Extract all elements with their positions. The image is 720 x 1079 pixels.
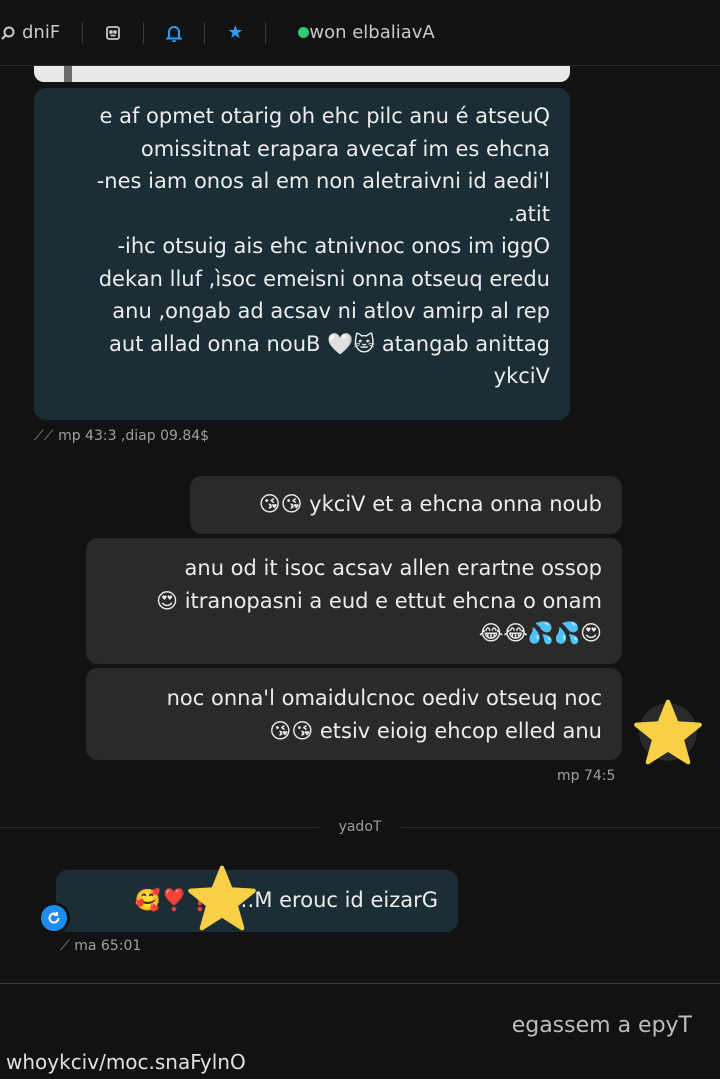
header-divider [82, 21, 84, 44]
divider-line [401, 826, 720, 828]
date-divider-label: Today [338, 819, 382, 835]
message-timestamp: 10:56 am [74, 938, 142, 954]
message-bubble-incoming: Questa é una clip che ho girato tempo fa… [34, 88, 570, 420]
divider-line [0, 826, 319, 828]
composer-divider [0, 983, 720, 984]
header-divider [143, 21, 145, 44]
message-text: buon anno anche a te Vicky 😘😘 [258, 492, 602, 516]
message-line: anche se mi faceva arapare tantissimo [140, 136, 550, 161]
resend-icon[interactable] [38, 902, 70, 934]
availability-status: Available now [288, 22, 435, 43]
header-divider [265, 21, 267, 44]
message-line: tita. [508, 201, 550, 226]
search-icon [1, 26, 15, 40]
star-icon[interactable]: ★ [227, 22, 243, 43]
message-line: Questa é una clip che ho girato tempo fa… [99, 104, 551, 128]
message-timestamp: 5:47 pm [557, 768, 616, 784]
message-meta: ⟋⟋ $48.90 paid, 3:34 pm [34, 428, 209, 444]
watermark: OnlyFans.com/vickyohw [6, 1050, 246, 1074]
message-line: Vicky [493, 364, 550, 388]
header-divider [204, 21, 206, 44]
star-sticker-icon [188, 865, 256, 931]
bell-icon[interactable] [166, 24, 183, 42]
message-line: udere questo anno insieme così, full nak… [98, 266, 550, 291]
message-bubble-outgoing: posso entrare nella vasca cosi ti do una… [86, 538, 622, 664]
message-line: gattina bagnata 🐱🤍 Buon anno dalla tua [109, 331, 550, 356]
star-sticker-icon [634, 699, 702, 765]
chat-header: Available now ★ Find [0, 0, 720, 66]
message-line: una delle poche gioie viste 😘😘 [269, 718, 602, 743]
message-line: per la prima volta in vasca da bagno, un… [112, 299, 550, 323]
check-icon: ⟋ [60, 938, 70, 954]
message-line: posso entrare nella vasca cosi ti do una [184, 556, 602, 580]
media-preview[interactable] [34, 66, 570, 82]
chat-screen: Available now ★ Find Questa é una clip c… [0, 0, 720, 1079]
message-bubble-outgoing: con questo video concludiamo l'anno con … [86, 668, 622, 760]
message-line: Oggi mi sono convinta che sia giusto chi… [117, 234, 550, 258]
status-label: Available now [309, 22, 435, 43]
message-meta: ⟋ 10:56 am [60, 938, 141, 954]
message-line: con questo video concludiamo l'anno con [166, 686, 602, 710]
message-line: 😍💦💦😂😂 [478, 621, 602, 645]
message-bubble-outgoing: buon anno anche a te Vicky 😘😘 [190, 476, 622, 534]
find-button[interactable]: Find [0, 22, 60, 43]
double-check-icon: ⟋⟋ [34, 428, 54, 444]
paid-timestamp: $48.90 paid, 3:34 pm [58, 428, 210, 444]
message-line: l'idea di inviartela non me la sono mai … [96, 169, 550, 193]
date-divider: Today [0, 817, 720, 837]
message-line: mano o anche tutte e due a insaponarti 😍 [156, 588, 602, 613]
find-label: Find [22, 22, 61, 43]
message-input[interactable]: Type a message [512, 1013, 692, 1038]
status-dot-icon [298, 27, 310, 38]
media-icon[interactable] [105, 25, 121, 41]
